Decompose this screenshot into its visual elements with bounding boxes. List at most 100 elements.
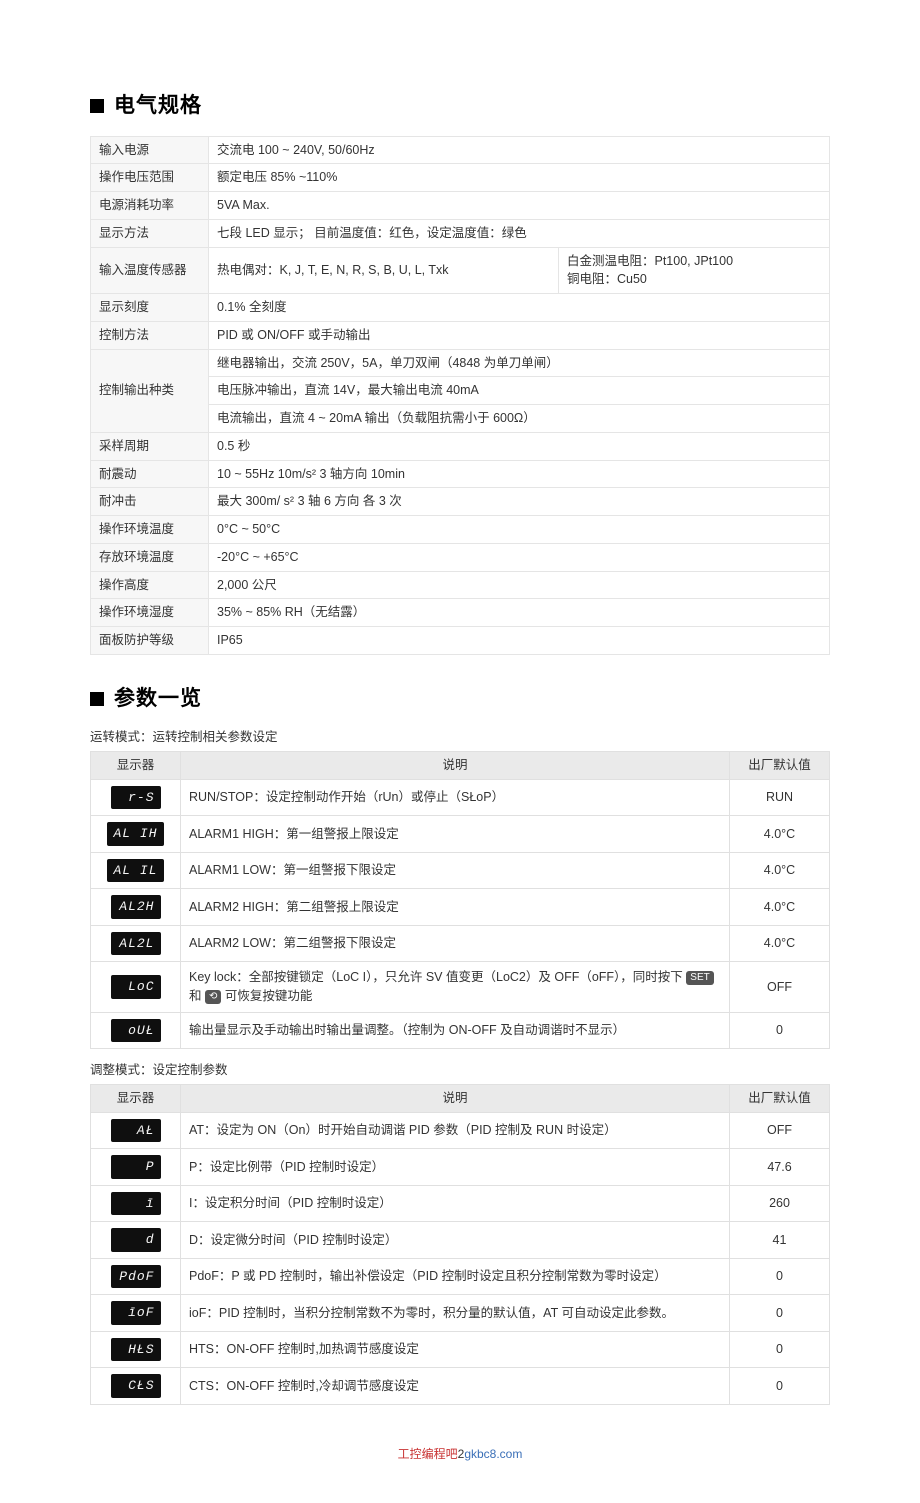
table-row: 操作高度 2,000 公尺	[91, 571, 830, 599]
table-row: īoF ioF：PID 控制时，当积分控制常数不为零时，积分量的默认值，AT 可自…	[91, 1295, 830, 1332]
param-display-cell: AL2H	[91, 889, 181, 926]
table-row: PdoFPdoF：P 或 PD 控制时，输出补偿设定（PID 控制时设定且积分控…	[91, 1258, 830, 1295]
seven-segment-icon: HŁS	[111, 1338, 161, 1362]
table-row: 显示方法 七段 LED 显示； 目前温度值：红色，设定温度值：绿色	[91, 219, 830, 247]
param-desc-cell: HTS：ON-OFF 控制时,加热调节感度设定	[181, 1331, 730, 1368]
param-default-cell: 47.6	[730, 1149, 830, 1186]
table-header-row: 显示器 说明 出厂默认值	[91, 752, 830, 780]
table-row: 操作环境湿度 35% ~ 85% RH（无结露）	[91, 599, 830, 627]
table-row: 采样周期 0.5 秒	[91, 432, 830, 460]
table-row: 面板防护等级 IP65	[91, 627, 830, 655]
spec-value: 0°C ~ 50°C	[209, 516, 830, 544]
spec-value-line: 铜电阻：Cu50	[567, 270, 821, 289]
spec-value: 0.5 秒	[209, 432, 830, 460]
param-default-cell: 0	[730, 1295, 830, 1332]
param-default-cell: 4.0°C	[730, 816, 830, 853]
seven-segment-icon: PdoF	[111, 1265, 161, 1289]
seven-segment-icon: AL2L	[111, 932, 161, 956]
spec-value: 交流电 100 ~ 240V, 50/60Hz	[209, 136, 830, 164]
spec-value: 继电器输出，交流 250V，5A，单刀双闸（4848 为单刀单闸）	[209, 349, 830, 377]
spec-label: 电源消耗功率	[91, 192, 209, 220]
param-default-cell: 0	[730, 1368, 830, 1405]
spec-label: 操作电压范围	[91, 164, 209, 192]
table-row: CŁS CTS：ON-OFF 控制时,冷却调节感度设定0	[91, 1368, 830, 1405]
bullet-icon	[90, 99, 104, 113]
spec-value: 2,000 公尺	[209, 571, 830, 599]
param-desc-cell: ALARM2 LOW：第二组警报下限设定	[181, 925, 730, 962]
seven-segment-icon: AL IH	[107, 822, 163, 846]
spec-value: 最大 300m/ s² 3 轴 6 方向 各 3 次	[209, 488, 830, 516]
param-default-cell: 0	[730, 1331, 830, 1368]
table-row: 电源消耗功率 5VA Max.	[91, 192, 830, 220]
param-desc-cell: ioF：PID 控制时，当积分控制常数不为零时，积分量的默认值，AT 可自动设定…	[181, 1295, 730, 1332]
table-row: d D：设定微分时间（PID 控制时设定）41	[91, 1222, 830, 1259]
spec-label: 存放环境温度	[91, 543, 209, 571]
param-display-cell: AL IL	[91, 852, 181, 889]
table-row: AŁAT：设定为 ON（On）时开始自动调谐 PID 参数（PID 控制及 RU…	[91, 1112, 830, 1149]
seven-segment-icon: P	[111, 1155, 161, 1179]
key-set-icon: SET	[686, 971, 713, 985]
seven-segment-icon: oUŁ	[111, 1019, 161, 1043]
spec-value: 七段 LED 显示； 目前温度值：红色，设定温度值：绿色	[209, 219, 830, 247]
seven-segment-icon: LoC	[111, 975, 161, 999]
table-row: LoCKey lock：全部按键锁定（LoC I），只允许 SV 值变更（LoC…	[91, 962, 830, 1013]
param-desc-cell: ALARM1 LOW：第一组警报下限设定	[181, 852, 730, 889]
spec-value: 热电偶对：K, J, T, E, N, R, S, B, U, L, Txk	[209, 247, 559, 294]
run-mode-caption: 运转模式：运转控制相关参数设定	[90, 728, 830, 747]
spec-value-line: 白金测温电阻：Pt100, JPt100	[567, 252, 821, 271]
section-title-electrical-text: 电气规格	[114, 94, 202, 117]
spec-value: 0.1% 全刻度	[209, 294, 830, 322]
table-row: AL IH ALARM1 HIGH：第一组警报上限设定4.0°C	[91, 816, 830, 853]
param-default-cell: 260	[730, 1185, 830, 1222]
table-row: 控制方法 PID 或 ON/OFF 或手动输出	[91, 321, 830, 349]
spec-label: 输入电源	[91, 136, 209, 164]
param-desc-cell: CTS：ON-OFF 控制时,冷却调节感度设定	[181, 1368, 730, 1405]
spec-label: 采样周期	[91, 432, 209, 460]
param-display-cell: īoF	[91, 1295, 181, 1332]
param-display-cell: PdoF	[91, 1258, 181, 1295]
spec-value: 额定电压 85% ~110%	[209, 164, 830, 192]
param-display-cell: r-S	[91, 779, 181, 816]
seven-segment-icon: AŁ	[111, 1119, 161, 1143]
spec-label: 操作环境温度	[91, 516, 209, 544]
col-desc: 说明	[181, 1085, 730, 1113]
param-desc-cell: D：设定微分时间（PID 控制时设定）	[181, 1222, 730, 1259]
spec-value: -20°C ~ +65°C	[209, 543, 830, 571]
section-title-params: 参数一览	[90, 683, 830, 715]
param-desc-cell: 输出量显示及手动输出时输出量调整。（控制为 ON-OFF 及自动调谐时不显示）	[181, 1012, 730, 1049]
spec-value: 白金测温电阻：Pt100, JPt100 铜电阻：Cu50	[559, 247, 830, 294]
table-row: 输入温度传感器 热电偶对：K, J, T, E, N, R, S, B, U, …	[91, 247, 830, 294]
table-row: r-SRUN/STOP：设定控制动作开始（rUn）或停止（SŁoP）RUN	[91, 779, 830, 816]
spec-label: 操作高度	[91, 571, 209, 599]
seven-segment-icon: d	[111, 1228, 161, 1252]
seven-segment-icon: AL IL	[107, 859, 163, 883]
spec-value: 5VA Max.	[209, 192, 830, 220]
footer-page-number: 2	[458, 1447, 465, 1461]
table-row: PP：设定比例带（PID 控制时设定）47.6	[91, 1149, 830, 1186]
table-row: 控制输出种类 继电器输出，交流 250V，5A，单刀双闸（4848 为单刀单闸）	[91, 349, 830, 377]
seven-segment-icon: īoF	[111, 1301, 161, 1325]
table-row: 输入电源 交流电 100 ~ 240V, 50/60Hz	[91, 136, 830, 164]
param-desc-cell: I：设定积分时间（PID 控制时设定）	[181, 1185, 730, 1222]
adjust-mode-table: 显示器 说明 出厂默认值 AŁAT：设定为 ON（On）时开始自动调谐 PID …	[90, 1084, 830, 1405]
param-display-cell: LoC	[91, 962, 181, 1013]
table-row: 操作环境温度 0°C ~ 50°C	[91, 516, 830, 544]
col-default: 出厂默认值	[730, 752, 830, 780]
param-default-cell: OFF	[730, 1112, 830, 1149]
seven-segment-icon: r-S	[111, 786, 161, 810]
spec-label: 耐冲击	[91, 488, 209, 516]
param-desc-cell: ALARM2 HIGH：第二组警报上限设定	[181, 889, 730, 926]
electrical-spec-table: 输入电源 交流电 100 ~ 240V, 50/60Hz 操作电压范围 额定电压…	[90, 136, 830, 655]
param-default-cell: 41	[730, 1222, 830, 1259]
seven-segment-icon: CŁS	[111, 1374, 161, 1398]
param-display-cell: oUŁ	[91, 1012, 181, 1049]
table-row: AL ILALARM1 LOW：第一组警报下限设定4.0°C	[91, 852, 830, 889]
spec-value: 10 ~ 55Hz 10m/s² 3 轴方向 10min	[209, 460, 830, 488]
spec-label: 显示刻度	[91, 294, 209, 322]
param-desc-cell: ALARM1 HIGH：第一组警报上限设定	[181, 816, 730, 853]
param-display-cell: AL2L	[91, 925, 181, 962]
section-title-electrical: 电气规格	[90, 90, 830, 122]
spec-label: 耐震动	[91, 460, 209, 488]
spec-value: 35% ~ 85% RH（无结露）	[209, 599, 830, 627]
spec-value: 电流输出，直流 4 ~ 20mA 输出（负载阻抗需小于 600Ω）	[209, 405, 830, 433]
